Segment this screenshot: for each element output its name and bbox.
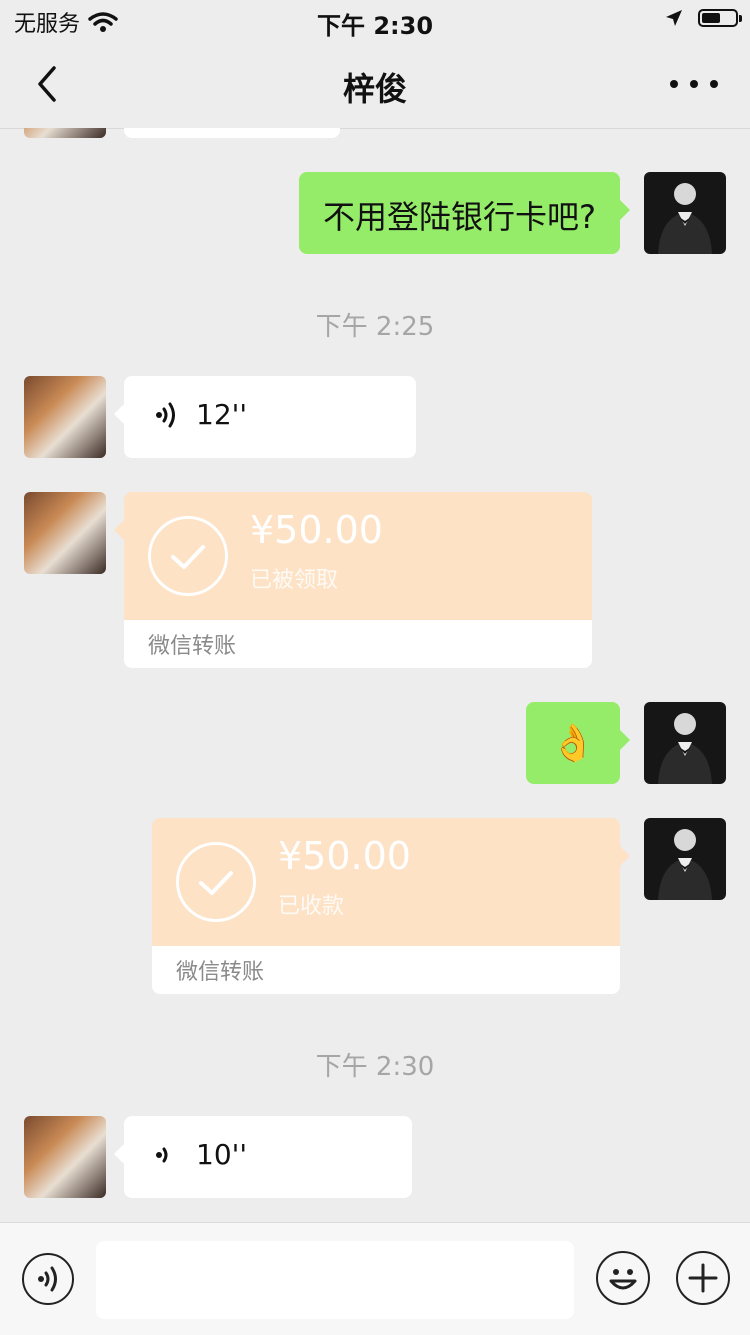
message-text: 不用登陆银行卡吧? xyxy=(323,198,596,236)
message-input[interactable] xyxy=(96,1241,574,1319)
voice-message-bubble[interactable]: 12'' xyxy=(114,376,416,458)
location-arrow-icon xyxy=(666,10,682,26)
battery-icon xyxy=(698,9,742,27)
voice-wave-icon xyxy=(156,402,175,427)
person-silhouette-icon xyxy=(658,713,712,784)
message-bubble-sent[interactable]: 👌 xyxy=(526,702,630,784)
my-avatar[interactable] xyxy=(644,702,726,784)
voice-duration: 10'' xyxy=(196,1138,248,1171)
transfer-amount: ¥50.00 xyxy=(250,508,383,552)
status-time: 下午 2:30 xyxy=(316,12,434,40)
voice-message-bubble[interactable]: 10'' xyxy=(114,1116,412,1198)
check-circle-icon xyxy=(148,516,228,596)
transfer-status: 已被领取 xyxy=(250,568,339,593)
person-silhouette-icon xyxy=(658,829,712,900)
message-bubble-partial[interactable] xyxy=(124,128,340,138)
plus-icon xyxy=(688,1263,718,1293)
transfer-card-accepted[interactable]: ¥50.00 已收款 微信转账 xyxy=(152,818,630,994)
voice-input-button[interactable] xyxy=(22,1253,74,1305)
emoji-icon xyxy=(609,1269,637,1290)
transfer-label: 微信转账 xyxy=(148,634,237,659)
my-avatar[interactable] xyxy=(644,172,726,254)
my-avatar[interactable] xyxy=(644,818,726,900)
emoji-button[interactable] xyxy=(596,1251,650,1305)
contact-avatar[interactable] xyxy=(24,1116,106,1198)
transfer-amount: ¥50.00 xyxy=(278,834,411,878)
transfer-status: 已收款 xyxy=(278,894,345,919)
more-dots-icon xyxy=(670,80,678,88)
contact-avatar[interactable] xyxy=(24,376,106,458)
more-button[interactable] xyxy=(670,68,718,100)
input-bar xyxy=(0,1222,750,1335)
ok-hand-emoji: 👌 xyxy=(550,723,596,764)
transfer-label: 微信转账 xyxy=(176,960,265,985)
message-bubble-sent[interactable]: 不用登陆银行卡吧? xyxy=(299,172,630,254)
more-actions-button[interactable] xyxy=(676,1251,730,1305)
timestamp: 下午 2:25 xyxy=(315,312,435,342)
transfer-card-received[interactable]: ¥50.00 已被领取 微信转账 xyxy=(114,492,592,668)
contact-avatar[interactable] xyxy=(24,128,106,138)
check-circle-icon xyxy=(176,842,256,922)
chat-title: 梓俊 xyxy=(342,70,407,108)
person-silhouette-icon xyxy=(658,183,712,254)
voice-duration: 12'' xyxy=(196,398,248,431)
contact-avatar[interactable] xyxy=(24,492,106,574)
status-bar: 无服务 下午 2:30 xyxy=(0,0,750,42)
timestamp: 下午 2:30 xyxy=(315,1052,435,1082)
voice-wave-icon xyxy=(156,1147,168,1162)
voice-icon xyxy=(38,1266,57,1292)
chat-area[interactable]: 不用登陆银行卡吧? 下午 2:25 12'' ¥50.00 已被领取 微信转账 … xyxy=(0,128,750,1222)
nav-bar: 梓俊 xyxy=(0,42,750,129)
